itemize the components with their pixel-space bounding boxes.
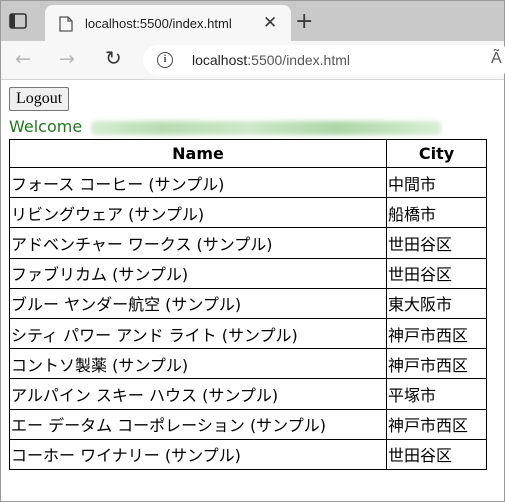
reader-mode-icon[interactable]: Ã xyxy=(491,50,502,68)
name-column-header: Name xyxy=(9,139,387,168)
close-icon[interactable]: ✕ xyxy=(263,15,277,32)
table-row: ブルー ヤンダー航空 (サンプル) 東大阪市 xyxy=(9,287,487,319)
table-header-row: Name City xyxy=(9,139,487,168)
city-cell: 神戸市西区 xyxy=(386,317,487,350)
name-cell: コーホー ワイナリー (サンプル) xyxy=(9,438,387,470)
name-cell: フォース コーヒー (サンプル) xyxy=(9,166,387,199)
new-tab-icon[interactable]: + xyxy=(295,11,313,33)
page-icon xyxy=(59,16,73,32)
city-cell: 世田谷区 xyxy=(386,438,487,470)
city-cell: 世田谷区 xyxy=(386,227,487,259)
table-row: リビングウェア (サンプル) 船橋市 xyxy=(9,197,487,229)
forward-icon[interactable]: → xyxy=(59,48,75,70)
table-row: シティ パワー アンド ライト (サンプル) 神戸市西区 xyxy=(9,317,487,350)
name-cell: アドベンチャー ワークス (サンプル) xyxy=(9,227,387,259)
city-cell: 平塚市 xyxy=(386,378,487,410)
name-cell: エー データム コーポレーション (サンプル) xyxy=(9,408,387,440)
tab-actions-icon[interactable] xyxy=(9,13,29,31)
tab-strip: localhost:5500/index.html ✕ + xyxy=(1,1,504,43)
table-row: コントソ製薬 (サンプル) 神戸市西区 xyxy=(9,348,487,380)
redacted-user-name xyxy=(91,121,441,135)
city-cell: 世田谷区 xyxy=(386,257,487,289)
active-tab[interactable]: localhost:5500/index.html ✕ xyxy=(45,5,291,43)
city-cell: 中間市 xyxy=(386,166,487,199)
city-column-header: City xyxy=(386,139,487,168)
accounts-table: Name City フォース コーヒー (サンプル) 中間市 リビングウェア (サ… xyxy=(9,139,487,470)
name-cell: コントソ製薬 (サンプル) xyxy=(9,348,387,380)
address-toolbar: ← → ↻ i localhost:5500/index.html Ã xyxy=(1,41,505,80)
tab-title: localhost:5500/index.html xyxy=(85,16,232,31)
back-icon[interactable]: ← xyxy=(15,48,31,70)
table-row: コーホー ワイナリー (サンプル) 世田谷区 xyxy=(9,438,487,470)
table-row: エー データム コーポレーション (サンプル) 神戸市西区 xyxy=(9,408,487,440)
city-cell: 神戸市西区 xyxy=(386,408,487,440)
table-row: フォース コーヒー (サンプル) 中間市 xyxy=(9,166,487,199)
city-cell: 船橋市 xyxy=(386,197,487,229)
name-cell: リビングウェア (サンプル) xyxy=(9,197,387,229)
table-row: アルパイン スキー ハウス (サンプル) 平塚市 xyxy=(9,378,487,410)
city-cell: 東大阪市 xyxy=(386,287,487,319)
table-row: アドベンチャー ワークス (サンプル) 世田谷区 xyxy=(9,227,487,259)
name-cell: ブルー ヤンダー航空 (サンプル) xyxy=(9,287,387,319)
name-cell: シティ パワー アンド ライト (サンプル) xyxy=(9,317,387,350)
name-cell: ファブリカム (サンプル) xyxy=(9,257,387,289)
welcome-label: Welcome xyxy=(9,117,83,136)
reload-icon[interactable]: ↻ xyxy=(105,46,122,70)
url-text[interactable]: localhost:5500/index.html xyxy=(192,52,350,68)
page-content: Logout Welcome Name City フォース コーヒー (サンプル… xyxy=(1,80,504,500)
url-path: :5500/index.html xyxy=(247,52,350,68)
info-icon[interactable]: i xyxy=(157,52,173,68)
address-bar[interactable]: i localhost:5500/index.html Ã xyxy=(143,45,505,75)
url-host: localhost xyxy=(192,52,248,68)
table-row: ファブリカム (サンプル) 世田谷区 xyxy=(9,257,487,289)
name-cell: アルパイン スキー ハウス (サンプル) xyxy=(9,378,387,410)
logout-button[interactable]: Logout xyxy=(9,87,70,111)
city-cell: 神戸市西区 xyxy=(386,348,487,380)
